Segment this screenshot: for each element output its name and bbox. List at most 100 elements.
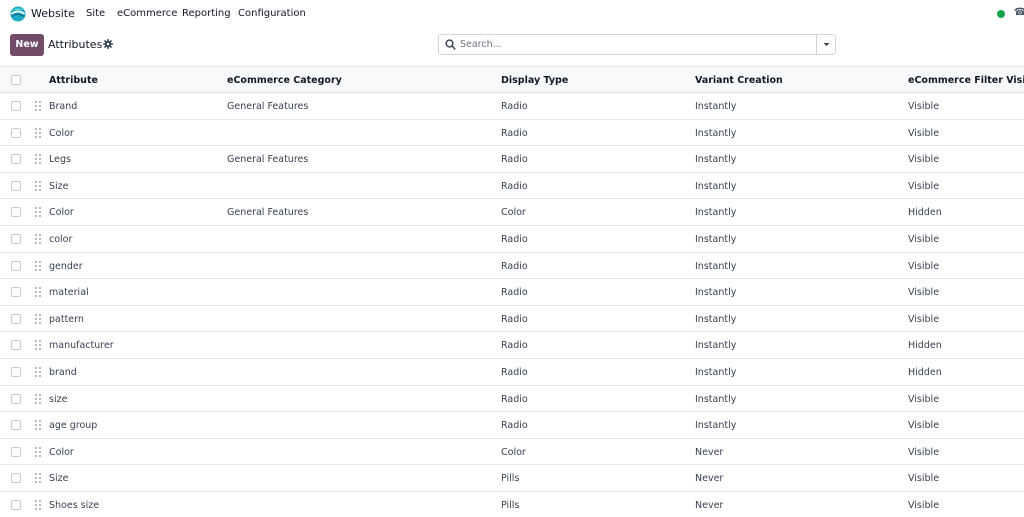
cell-attribute: Color <box>49 207 74 219</box>
table-row[interactable]: Shoes size Pills Never Visible <box>0 492 1024 517</box>
cell-attribute: Legs <box>49 154 71 166</box>
cell-variant-creation: Instantly <box>695 420 737 432</box>
column-header-variant-creation[interactable]: Variant Creation <box>695 75 783 86</box>
drag-handle-icon[interactable] <box>35 180 42 191</box>
new-button[interactable]: New <box>10 34 44 56</box>
row-checkbox[interactable] <box>11 180 21 191</box>
column-header-display-type[interactable]: Display Type <box>501 75 568 86</box>
cell-attribute: manufacturer <box>49 340 114 352</box>
search-options-chevron-down-icon[interactable] <box>817 35 836 54</box>
cell-display-type: Radio <box>501 260 528 272</box>
cell-display-type: Radio <box>501 287 528 299</box>
cell-filter-visibility: Visible <box>908 127 940 139</box>
table-row[interactable]: Color Radio Instantly Visible <box>0 120 1024 147</box>
menu-configuration[interactable]: Configuration <box>238 8 306 19</box>
row-checkbox[interactable] <box>11 420 21 431</box>
drag-handle-icon[interactable] <box>35 500 42 510</box>
table-row[interactable]: Color Color Never Visible <box>0 439 1024 466</box>
drag-handle-icon[interactable] <box>35 287 42 298</box>
drag-handle-icon[interactable] <box>35 313 42 324</box>
table-row[interactable]: material Radio Instantly Visible <box>0 279 1024 306</box>
cell-filter-visibility: Visible <box>908 420 940 432</box>
cell-variant-creation: Instantly <box>695 234 737 245</box>
row-checkbox[interactable] <box>11 207 21 218</box>
column-header-ecommerce-category[interactable]: eCommerce Category <box>227 75 342 86</box>
menu-site[interactable]: Site <box>86 8 105 19</box>
cell-variant-creation: Instantly <box>695 313 737 325</box>
cell-attribute: brand <box>49 367 77 378</box>
column-header-attribute[interactable]: Attribute <box>49 75 98 86</box>
row-checkbox[interactable] <box>11 500 21 510</box>
row-checkbox[interactable] <box>11 101 21 111</box>
column-header-filter-visibility[interactable]: eCommerce Filter Visibility <box>908 75 1024 86</box>
drag-handle-icon[interactable] <box>35 446 42 457</box>
cell-variant-creation: Never <box>695 500 724 511</box>
drag-handle-icon[interactable] <box>35 207 42 218</box>
gear-icon[interactable] <box>103 39 113 49</box>
cell-display-type: Radio <box>501 340 528 352</box>
row-checkbox[interactable] <box>11 446 21 457</box>
row-checkbox[interactable] <box>11 313 21 324</box>
cell-variant-creation: Instantly <box>695 367 737 378</box>
cell-variant-creation: Instantly <box>695 287 737 299</box>
row-checkbox[interactable] <box>11 127 21 138</box>
cell-display-type: Color <box>501 446 526 458</box>
table-row[interactable]: Brand General Features Radio Instantly Visib… <box>0 93 1024 120</box>
search-icon <box>445 39 456 50</box>
drag-handle-icon[interactable] <box>35 234 42 244</box>
row-checkbox[interactable] <box>11 393 21 404</box>
cell-filter-visibility: Visible <box>908 234 940 245</box>
cell-attribute: size <box>49 393 68 405</box>
row-checkbox[interactable] <box>11 473 21 484</box>
cell-filter-visibility: Hidden <box>908 367 942 378</box>
menu-ecommerce[interactable]: eCommerce <box>117 8 177 19</box>
table-row[interactable]: gender Radio Instantly Visible <box>0 253 1024 280</box>
menu-reporting[interactable]: Reporting <box>182 8 231 19</box>
drag-handle-icon[interactable] <box>35 154 42 165</box>
row-checkbox[interactable] <box>11 260 21 271</box>
drag-handle-icon[interactable] <box>35 260 42 271</box>
table-row[interactable]: Size Pills Never Visible <box>0 465 1024 492</box>
row-checkbox[interactable] <box>11 287 21 298</box>
drag-handle-icon[interactable] <box>35 393 42 404</box>
drag-handle-icon[interactable] <box>35 127 42 138</box>
app-name[interactable]: Website <box>31 7 75 20</box>
table-row[interactable]: Color General Features Color Instantly Hidde… <box>0 199 1024 226</box>
table-row[interactable]: age group Radio Instantly Visible <box>0 412 1024 439</box>
cell-variant-creation: Instantly <box>695 207 737 219</box>
select-all-checkbox[interactable] <box>11 75 21 85</box>
drag-handle-icon[interactable] <box>35 101 42 111</box>
table-row[interactable]: Legs General Features Radio Instantly Visibl… <box>0 146 1024 173</box>
website-logo-icon[interactable] <box>10 6 26 22</box>
row-checkbox[interactable] <box>11 367 21 377</box>
cell-ecommerce-category: General Features <box>227 207 309 219</box>
drag-handle-icon[interactable] <box>35 420 42 431</box>
table-row[interactable]: pattern Radio Instantly Visible <box>0 306 1024 333</box>
row-checkbox[interactable] <box>11 234 21 244</box>
cell-display-type: Radio <box>501 393 528 405</box>
drag-handle-icon[interactable] <box>35 473 42 484</box>
drag-handle-icon[interactable] <box>35 340 42 351</box>
cell-display-type: Radio <box>501 420 528 432</box>
cell-attribute: gender <box>49 260 83 272</box>
cell-attribute: Size <box>49 473 69 485</box>
cell-display-type: Radio <box>501 180 528 192</box>
drag-handle-icon[interactable] <box>35 367 42 377</box>
table-row[interactable]: manufacturer Radio Instantly Hidden <box>0 332 1024 359</box>
cell-filter-visibility: Visible <box>908 287 940 299</box>
table-row[interactable]: Size Radio Instantly Visible <box>0 173 1024 200</box>
cell-variant-creation: Instantly <box>695 393 737 405</box>
table-row[interactable]: color Radio Instantly Visible <box>0 226 1024 253</box>
top-navbar: Website Site eCommerce Reporting Configu… <box>0 0 1024 28</box>
phone-icon[interactable]: ☎ <box>1014 7 1024 19</box>
row-checkbox[interactable] <box>11 154 21 165</box>
row-checkbox[interactable] <box>11 340 21 351</box>
table-row[interactable]: size Radio Instantly Visible <box>0 386 1024 413</box>
cell-variant-creation: Instantly <box>695 260 737 272</box>
search-input[interactable] <box>460 36 810 53</box>
table-row[interactable]: brand Radio Instantly Hidden <box>0 359 1024 386</box>
cell-display-type: Pills <box>501 500 520 511</box>
cell-attribute: Color <box>49 127 74 139</box>
cell-filter-visibility: Visible <box>908 260 940 272</box>
status-dot-icon[interactable] <box>997 10 1005 18</box>
